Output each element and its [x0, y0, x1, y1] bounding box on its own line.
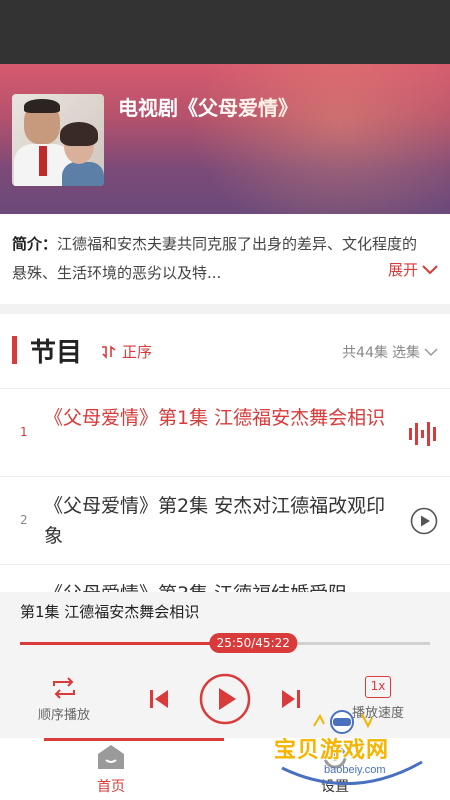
intro-body: 江德福和安杰夫妻共同克服了出身的差异、文化程度的悬殊、生活环境的恶劣以及特...	[12, 235, 418, 282]
tab-home[interactable]: 首页	[94, 742, 128, 796]
status-bar	[0, 0, 450, 64]
episode-title: 《父母爱情》第1集 江德福安杰舞会相识	[44, 407, 386, 429]
expand-label: 展开	[387, 261, 418, 279]
active-tab-indicator	[44, 738, 224, 741]
time-indicator[interactable]: 25:50/45:22	[209, 633, 297, 653]
episode-title: 《父母爱情》第2集 安杰对江德福改观印象	[44, 495, 386, 547]
watermark-text: 宝贝游戏网	[274, 738, 390, 763]
episode-row[interactable]: 1 《父母爱情》第1集 江德福安杰舞会相识	[0, 388, 450, 476]
program-title: 节目	[30, 338, 83, 368]
tab-home-label: 首页	[97, 779, 125, 795]
speed-badge: 1x	[365, 676, 391, 698]
sort-order-label: 正序	[122, 343, 153, 361]
sort-icon	[102, 344, 116, 359]
play-mode-label: 顺序播放	[38, 708, 91, 723]
play-mode-button[interactable]: 顺序播放	[38, 676, 90, 723]
previous-track-icon[interactable]	[148, 688, 170, 710]
now-playing-wave-icon	[409, 422, 436, 446]
album-title: 电视剧《父母爱情》	[118, 96, 298, 120]
watermark-url: baobeiy.com	[324, 764, 386, 776]
site-watermark: 宝贝游戏网 baobeiy.com	[262, 704, 442, 788]
intro-label: 简介：	[12, 235, 58, 253]
play-button[interactable]	[199, 673, 251, 725]
chevron-down-icon	[422, 264, 438, 274]
album-header: 电视剧《父母爱情》	[0, 64, 450, 214]
album-cover-image	[12, 94, 104, 186]
intro-section: 简介：江德福和安杰夫妻共同克服了出身的差异、文化程度的悬殊、生活环境的恶劣以及特…	[0, 214, 450, 304]
episode-number: 2	[20, 513, 28, 527]
episode-count: 共44集	[342, 345, 388, 361]
play-circle-icon[interactable]	[410, 507, 438, 535]
repeat-icon	[53, 677, 75, 699]
section-accent-bar	[12, 336, 17, 364]
now-playing-title: 第1集 江德福安杰舞会相识	[20, 603, 200, 621]
chevron-down-icon	[424, 347, 438, 356]
sort-order-button[interactable]: 正序	[100, 341, 152, 362]
episode-row[interactable]: 2 《父母爱情》第2集 安杰对江德福改观印象	[0, 476, 450, 564]
episode-selector[interactable]: 共44集 选集	[342, 342, 438, 362]
expand-button[interactable]: 展开	[381, 259, 438, 280]
section-divider	[0, 304, 450, 314]
intro-text: 简介：江德福和安杰夫妻共同克服了出身的差异、文化程度的悬殊、生活环境的恶劣以及特…	[12, 230, 432, 288]
select-episode-label: 选集	[392, 345, 420, 361]
episode-number: 1	[20, 425, 28, 439]
home-icon	[98, 745, 124, 769]
program-header: 节目 正序 共44集 选集	[0, 314, 450, 388]
